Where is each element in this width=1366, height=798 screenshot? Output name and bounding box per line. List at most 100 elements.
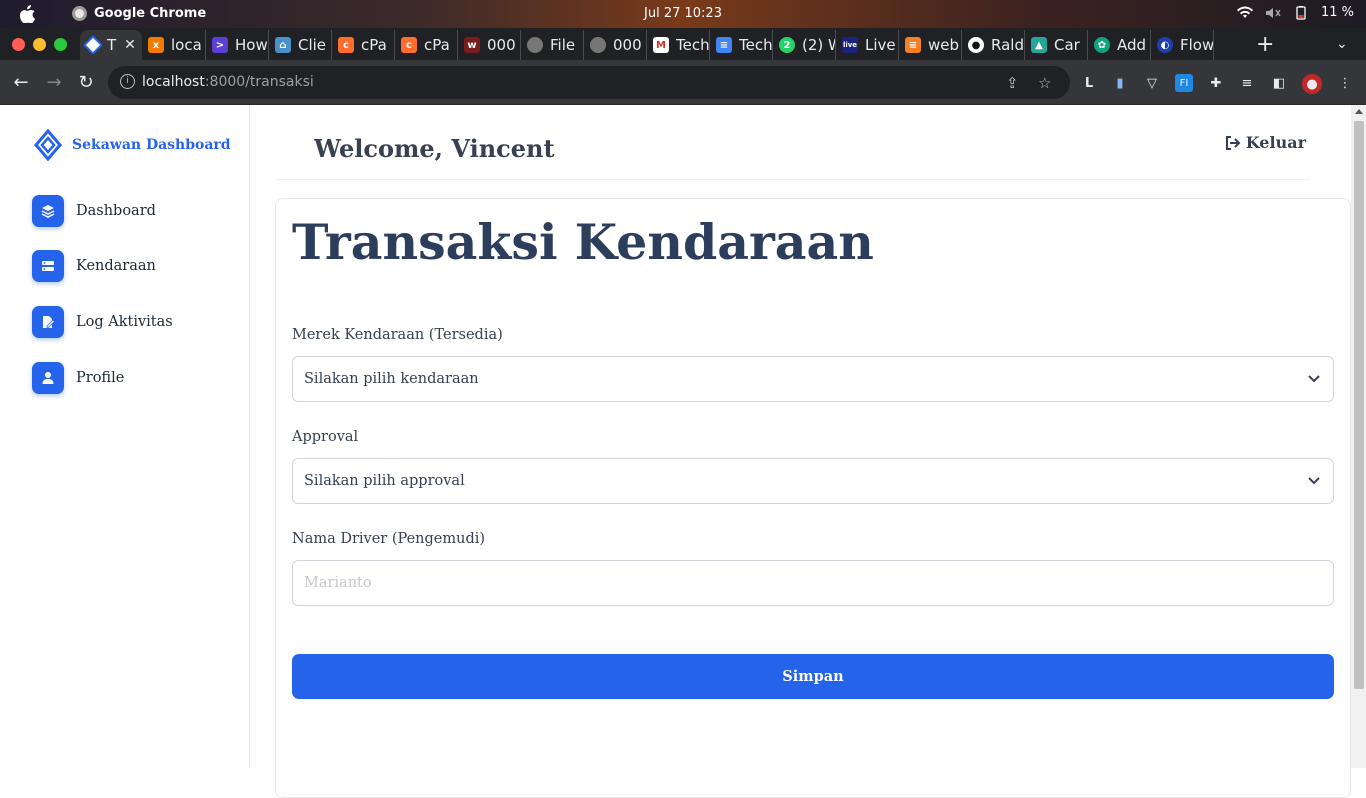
tab-label: web <box>928 36 960 54</box>
tab-item[interactable]: ≡ Tech <box>710 30 773 60</box>
tab-item[interactable]: ≡ web <box>899 30 962 60</box>
page-scrollbar[interactable] <box>1351 105 1366 768</box>
tab-item[interactable]: ◐ Flow <box>1151 30 1214 60</box>
page-title: Transaksi Kendaraan <box>292 213 874 271</box>
system-tray[interactable]: 11 % <box>1236 5 1354 20</box>
house-icon: ⌂ <box>275 37 291 53</box>
driver-name-input[interactable]: Marianto <box>292 560 1334 606</box>
forward-button[interactable]: → <box>43 72 65 94</box>
tab-label: Rald <box>991 36 1024 54</box>
new-tab-button[interactable]: + <box>1256 32 1274 57</box>
site-info-icon[interactable]: i <box>120 74 135 89</box>
file-edit-icon <box>32 306 64 338</box>
wifi-icon <box>1236 6 1253 18</box>
tab-label: Clie <box>298 36 327 54</box>
address-bar[interactable]: i localhost:8000/transaksi ⇪ ☆ <box>108 66 1070 99</box>
sidebar-item-dashboard[interactable]: Dashboard <box>32 195 156 227</box>
tab-item[interactable]: live Live <box>836 30 899 60</box>
brand-name: Sekawan Dashboard <box>72 137 231 153</box>
brand-logo-icon <box>34 129 62 161</box>
driver-label: Nama Driver (Pengemudi) <box>292 531 486 547</box>
browser-toolbar: ← → ↻ i localhost:8000/transaksi ⇪ ☆ L ▮… <box>0 60 1366 105</box>
tab-label: Live <box>865 36 896 54</box>
vehicle-select[interactable]: Silakan pilih kendaraan <box>292 356 1334 402</box>
tab-item[interactable]: > How <box>206 30 269 60</box>
cpanel-icon: c <box>401 37 417 53</box>
tab-item[interactable]: c cPa <box>332 30 395 60</box>
extension-l-icon[interactable]: L <box>1080 74 1098 92</box>
globe-icon <box>590 37 606 53</box>
tab-search-chevron-icon[interactable]: ⌄ <box>1336 36 1348 52</box>
gmail-icon: M <box>653 37 669 53</box>
tab-item[interactable]: ✿ Add <box>1088 30 1151 60</box>
flow-icon: ◐ <box>1157 37 1173 53</box>
vehicle-select-value: Silakan pilih kendaraan <box>304 371 479 387</box>
sidebar-item-profile[interactable]: Profile <box>32 362 124 394</box>
tab-label: Flow <box>1180 36 1214 54</box>
tab-item[interactable]: ▲ Car <box>1025 30 1088 60</box>
extension-clipboard-icon[interactable]: ▮ <box>1111 74 1129 92</box>
save-button[interactable]: Simpan <box>292 654 1334 699</box>
close-tab-icon[interactable]: ✕ <box>124 37 136 53</box>
profile-avatar[interactable]: ● <box>1302 74 1322 94</box>
xampp-icon: x <box>148 37 164 53</box>
tab-item[interactable]: M Tech <box>647 30 710 60</box>
sidebar-item-label: Dashboard <box>76 203 156 219</box>
tab-item[interactable]: c cPa <box>395 30 458 60</box>
url-path: :8000/transaksi <box>204 74 314 90</box>
maximize-window-button[interactable] <box>54 38 67 51</box>
tab-label: Add <box>1117 36 1147 54</box>
tab-item[interactable]: 2 (2) W <box>773 30 836 60</box>
url-text[interactable]: localhost:8000/transaksi <box>142 74 314 90</box>
terminal-icon: > <box>212 37 228 53</box>
logout-button[interactable]: Keluar <box>1225 133 1306 152</box>
tab-transaksi[interactable]: T ✕ <box>80 30 142 60</box>
extension-fi-icon[interactable]: FI <box>1175 74 1193 92</box>
extensions-puzzle-icon[interactable]: ✚ <box>1207 74 1225 92</box>
approval-select-value: Silakan pilih approval <box>304 473 465 489</box>
tab-item[interactable]: 000 <box>584 30 647 60</box>
bookmark-star-icon[interactable]: ☆ <box>1038 74 1051 92</box>
url-host: localhost <box>142 74 205 90</box>
chrome-menu-icon[interactable]: ⋮ <box>1336 74 1354 92</box>
back-button[interactable]: ← <box>10 72 32 94</box>
close-window-button[interactable] <box>12 38 25 51</box>
000webhost-icon: w <box>464 37 480 53</box>
whatsapp-icon: 2 <box>779 37 795 53</box>
approval-label: Approval <box>292 429 359 445</box>
window-controls <box>12 38 67 51</box>
tab-item[interactable]: ⌂ Clie <box>269 30 332 60</box>
tab-label: cPa <box>424 36 450 54</box>
car-icon: ▲ <box>1031 37 1047 53</box>
reload-button[interactable]: ↻ <box>75 72 97 94</box>
tab-label: Car <box>1054 36 1080 54</box>
tab-label: Tech <box>676 36 710 54</box>
tab-item[interactable]: ● Rald <box>962 30 1025 60</box>
os-top-bar: Google Chrome Jul 27 10:23 11 % <box>0 0 1366 28</box>
chatgpt-icon: ✿ <box>1094 37 1110 53</box>
extension-v-icon[interactable]: ▽ <box>1143 74 1161 92</box>
driver-name-placeholder: Marianto <box>304 575 372 591</box>
scrollbar-thumb[interactable] <box>1354 121 1364 689</box>
tab-label: T <box>107 36 117 54</box>
approval-select[interactable]: Silakan pilih approval <box>292 458 1334 504</box>
sidebar-item-log-aktivitas[interactable]: Log Aktivitas <box>32 306 173 338</box>
tab-label: 000 <box>613 36 642 54</box>
tab-item[interactable]: w 000 <box>458 30 521 60</box>
page-content: Sekawan Dashboard Dashboard Kendaraan Lo… <box>0 105 1366 798</box>
clock[interactable]: Jul 27 10:23 <box>0 6 1366 21</box>
tab-item[interactable]: File <box>521 30 584 60</box>
tab-label: File <box>550 36 576 54</box>
browser-tab-strip: T ✕ x loca > How ⌂ Clie c cPa c cPa w 000 File… <box>0 28 1366 60</box>
minimize-window-button[interactable] <box>33 38 46 51</box>
side-panel-icon[interactable]: ◧ <box>1270 74 1288 92</box>
share-icon[interactable]: ⇪ <box>1006 74 1019 92</box>
sidebar-item-kendaraan[interactable]: Kendaraan <box>32 250 156 282</box>
tab-item[interactable]: x loca <box>142 30 206 60</box>
brand[interactable]: Sekawan Dashboard <box>34 129 231 161</box>
scroll-up-arrow-icon[interactable] <box>1355 109 1363 114</box>
layers-icon <box>32 195 64 227</box>
cpanel-icon: c <box>338 37 354 53</box>
media-queue-icon[interactable]: ≡ <box>1238 74 1256 92</box>
sidebar-item-label: Profile <box>76 370 125 386</box>
